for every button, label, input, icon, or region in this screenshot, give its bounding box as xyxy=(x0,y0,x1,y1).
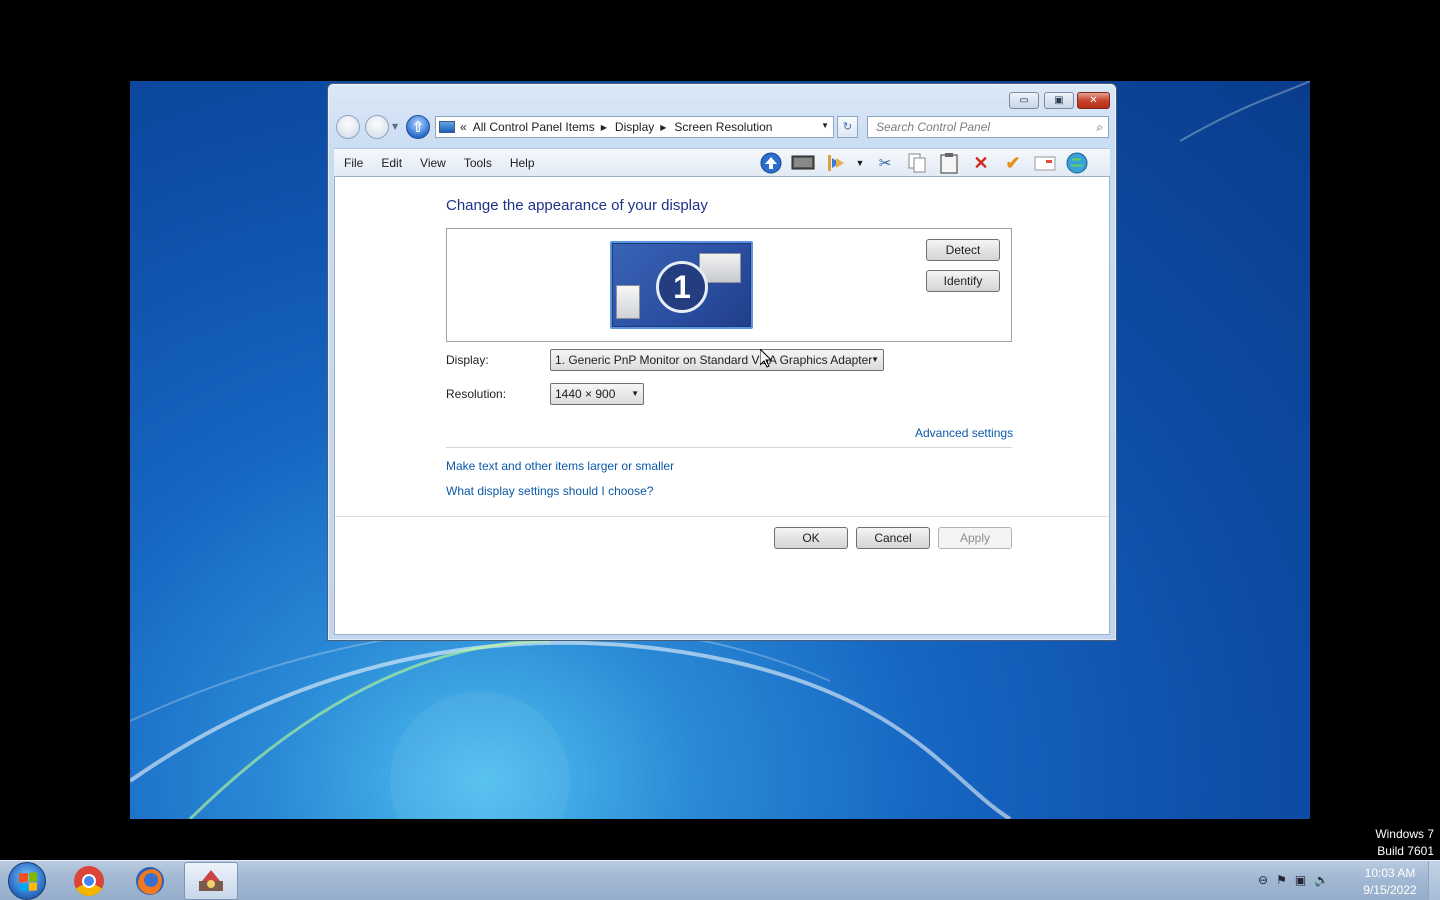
clock[interactable]: 10:03 AM 9/15/2022 xyxy=(1352,865,1428,899)
display-help-link[interactable]: What display settings should I choose? xyxy=(446,484,653,498)
chevron-down-icon: ▼ xyxy=(631,389,639,398)
back-button[interactable] xyxy=(336,115,360,139)
fast-forward-icon[interactable] xyxy=(823,151,847,175)
detect-button[interactable]: Detect xyxy=(926,239,1000,261)
resolution-select[interactable]: 1440 × 900 ▼ xyxy=(550,383,644,405)
refresh-button[interactable]: ↻ xyxy=(837,116,858,138)
monitor-number-badge: 1 xyxy=(656,261,708,313)
screen: Windows 7 Build 7601 ▭ ▣ ✕ ▼ ⇧ « All Con… xyxy=(0,0,1440,900)
breadcrumb-all-control-panel-items[interactable]: All Control Panel Items xyxy=(473,120,595,134)
clipboard-icon[interactable] xyxy=(937,151,961,175)
address-bar[interactable]: « All Control Panel Items ▶ Display ▶ Sc… xyxy=(435,116,834,138)
delete-icon[interactable]: ✕ xyxy=(969,151,993,175)
app-icon xyxy=(199,870,223,891)
overflow-chevron-icon[interactable]: « xyxy=(460,120,467,134)
watermark-line2: Build 7601 xyxy=(1377,844,1434,858)
search-input[interactable]: Search Control Panel ⌕ xyxy=(867,116,1109,138)
identify-button[interactable]: Identify xyxy=(926,270,1000,292)
menu-bar: File Edit View Tools Help ▼ ✂ ✕ ✔ xyxy=(334,148,1110,176)
menu-help[interactable]: Help xyxy=(502,156,543,170)
firefox-taskbar-button[interactable] xyxy=(123,862,177,900)
monitor-icon[interactable] xyxy=(791,151,815,175)
copy-icon[interactable] xyxy=(905,151,929,175)
tray-arrow-icon[interactable]: ⊖ xyxy=(1258,873,1268,887)
text-size-link[interactable]: Make text and other items larger or smal… xyxy=(446,459,674,473)
content-area: Change the appearance of your display 1 … xyxy=(334,176,1110,635)
divider xyxy=(446,447,1012,448)
address-dropdown-icon[interactable]: ▼ xyxy=(821,121,829,130)
ok-button[interactable]: OK xyxy=(774,527,848,549)
menu-file[interactable]: File xyxy=(336,156,371,170)
page-title: Change the appearance of your display xyxy=(446,197,708,214)
mouse-cursor-icon xyxy=(760,349,772,368)
show-desktop-button[interactable] xyxy=(1428,861,1440,900)
display-select-value: 1. Generic PnP Monitor on Standard VGA G… xyxy=(555,353,873,367)
dropdown-icon[interactable]: ▼ xyxy=(855,151,865,175)
recent-pages-dropdown-icon[interactable]: ▼ xyxy=(392,122,398,131)
breadcrumb-screen-resolution[interactable]: Screen Resolution xyxy=(674,120,772,134)
chevron-down-icon: ▼ xyxy=(871,355,879,364)
breadcrumb-arrow-icon[interactable]: ▶ xyxy=(601,123,607,132)
chrome-taskbar-button[interactable] xyxy=(62,862,116,900)
start-button[interactable] xyxy=(8,862,46,900)
forward-button[interactable] xyxy=(365,115,389,139)
clock-date: 9/15/2022 xyxy=(1363,883,1417,897)
cancel-button[interactable]: Cancel xyxy=(856,527,930,549)
resolution-label: Resolution: xyxy=(446,387,507,401)
menu-view[interactable]: View xyxy=(412,156,454,170)
taskbar: ⊖ ⚑ ▣ 🔈 10:03 AM 9/15/2022 xyxy=(0,860,1440,900)
toolbar: ▼ ✂ ✕ ✔ xyxy=(759,151,1089,175)
globe-icon[interactable] xyxy=(1065,151,1089,175)
action-center-icon[interactable]: ⚑ xyxy=(1276,873,1287,887)
breadcrumb-display[interactable]: Display xyxy=(615,120,654,134)
monitor-1-thumbnail[interactable]: 1 xyxy=(610,241,753,329)
screen-resolution-window: ▭ ▣ ✕ ▼ ⇧ « All Control Panel Items ▶ Di… xyxy=(327,83,1117,641)
search-icon[interactable]: ⌕ xyxy=(1096,120,1103,135)
display-select[interactable]: 1. Generic PnP Monitor on Standard VGA G… xyxy=(550,349,884,371)
checkmark-icon[interactable]: ✔ xyxy=(1001,151,1025,175)
network-icon[interactable]: ▣ xyxy=(1295,873,1306,887)
monitor-arrangement-panel: 1 Detect Identify xyxy=(446,228,1012,342)
volume-icon[interactable]: 🔈 xyxy=(1314,873,1329,887)
breadcrumb-arrow-icon[interactable]: ▶ xyxy=(660,123,666,132)
os-watermark: Windows 7 Build 7601 xyxy=(1375,826,1434,860)
search-placeholder: Search Control Panel xyxy=(876,120,991,134)
active-app-taskbar-button[interactable] xyxy=(184,862,238,900)
close-button[interactable]: ✕ xyxy=(1077,92,1110,109)
watermark-line1: Windows 7 xyxy=(1375,827,1434,841)
up-arrow-icon[interactable] xyxy=(759,151,783,175)
firefox-icon xyxy=(136,867,164,895)
minimize-button[interactable]: ▭ xyxy=(1009,92,1039,109)
apply-button[interactable]: Apply xyxy=(938,527,1012,549)
divider xyxy=(335,516,1109,517)
advanced-settings-link[interactable]: Advanced settings xyxy=(915,426,1013,440)
maximize-button[interactable]: ▣ xyxy=(1044,92,1074,109)
mail-icon[interactable] xyxy=(1033,151,1057,175)
thumbnail-window-icon xyxy=(616,285,640,319)
resolution-select-value: 1440 × 900 xyxy=(555,387,616,401)
clock-time: 10:03 AM xyxy=(1364,866,1416,880)
chrome-icon xyxy=(74,866,104,897)
menu-edit[interactable]: Edit xyxy=(373,156,410,170)
windows-logo-icon xyxy=(19,872,37,892)
scissors-icon[interactable]: ✂ xyxy=(873,151,897,175)
up-level-button[interactable]: ⇧ xyxy=(406,115,430,139)
system-tray: ⊖ ⚑ ▣ 🔈 xyxy=(1258,873,1329,887)
menu-tools[interactable]: Tools xyxy=(456,156,500,170)
display-label: Display: xyxy=(446,353,489,367)
control-panel-icon xyxy=(439,121,455,133)
